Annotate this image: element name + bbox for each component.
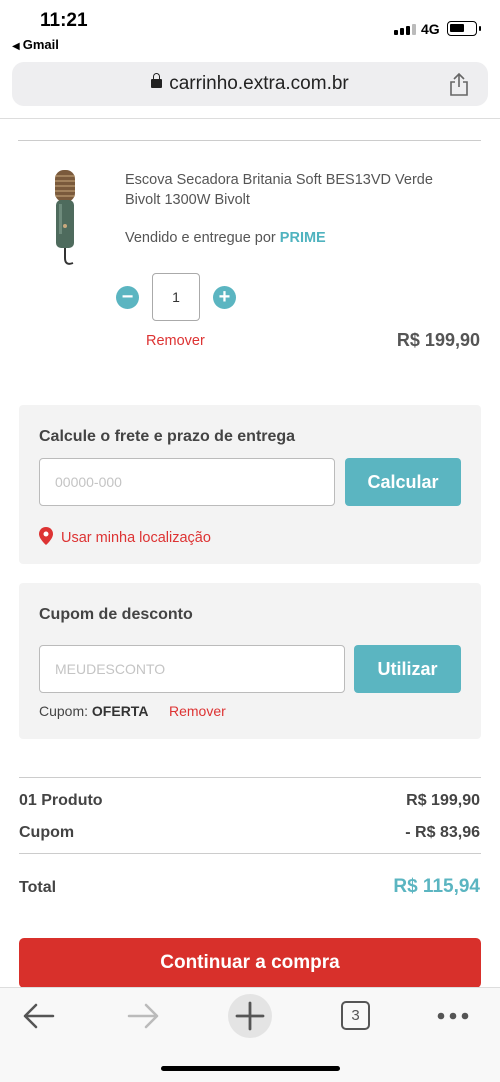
back-app-label: Gmail [22,37,59,52]
applied-coupon-label: Cupom: [39,703,89,719]
new-tab-button[interactable] [228,994,272,1038]
back-arrow-icon[interactable] [22,1002,56,1030]
coupon-title: Cupom de desconto [39,606,193,623]
seller-prefix: Vendido e entregue por [125,230,276,246]
location-pin-icon [39,527,53,545]
lock-icon [151,73,163,88]
header-divider [0,118,500,119]
seller-name: PRIME [279,230,326,246]
coupon-input[interactable]: MEUDESCONTO [39,645,345,693]
more-options-icon[interactable] [436,1010,470,1022]
forward-arrow-icon[interactable] [126,1002,160,1030]
applied-coupon-code: OFERTA [91,703,149,719]
products-count-label: 01 Produto [19,792,103,809]
increase-quantity-button[interactable]: + [213,286,236,309]
decrease-quantity-button[interactable]: − [116,286,139,309]
coupon-discount-value: - R$ 83,96 [405,824,480,841]
url-text: carrinho.extra.com.br [169,73,349,94]
product-name[interactable]: Escova Secadora Britania Soft BES13VD Ve… [125,170,465,210]
freight-calculator-panel: Calcule o frete e prazo de entrega 00000… [19,405,481,564]
status-bar: 11:21 ◀ Gmail 4G [0,0,500,56]
total-label: Total [19,879,57,896]
apply-coupon-button[interactable]: Utilizar [354,645,461,693]
cep-input[interactable]: 00000-000 [39,458,335,506]
use-location-link[interactable]: Usar minha localização [39,527,211,546]
signal-strength-icon [394,24,416,35]
calculate-freight-button[interactable]: Calcular [345,458,461,506]
applied-coupon: Cupom: OFERTA [39,703,148,719]
share-icon[interactable] [449,72,469,96]
continue-purchase-button[interactable]: Continuar a compra [19,938,481,988]
seller-info: Vendido e entregue por PRIME [125,230,326,246]
product-price: R$ 199,90 [396,330,480,350]
tabs-count-button[interactable]: 3 [341,1001,370,1030]
summary-divider-bottom [19,853,481,854]
total-value: R$ 115,94 [393,876,480,897]
remove-coupon-link[interactable]: Remover [169,703,226,719]
back-triangle-icon: ◀ [12,41,20,52]
summary-divider-top [19,777,481,778]
address-bar[interactable]: carrinho.extra.com.br [12,62,488,106]
cart-top-divider [18,140,481,141]
freight-title: Calcule o frete e prazo de entrega [39,428,296,445]
battery-icon [447,21,481,36]
use-location-label: Usar minha localização [61,530,211,546]
coupon-panel: Cupom de desconto MEUDESCONTO Utilizar C… [19,583,481,739]
remove-product-link[interactable]: Remover [146,333,205,349]
network-type: 4G [421,21,440,37]
home-indicator [161,1066,340,1071]
quantity-input[interactable]: 1 [152,273,200,321]
status-time: 11:21 [40,10,88,31]
product-image[interactable] [45,168,85,268]
back-to-app-link[interactable]: ◀ Gmail [12,37,59,52]
plus-icon [235,1001,265,1031]
coupon-discount-label: Cupom [19,824,75,841]
products-subtotal: R$ 199,90 [406,792,480,809]
